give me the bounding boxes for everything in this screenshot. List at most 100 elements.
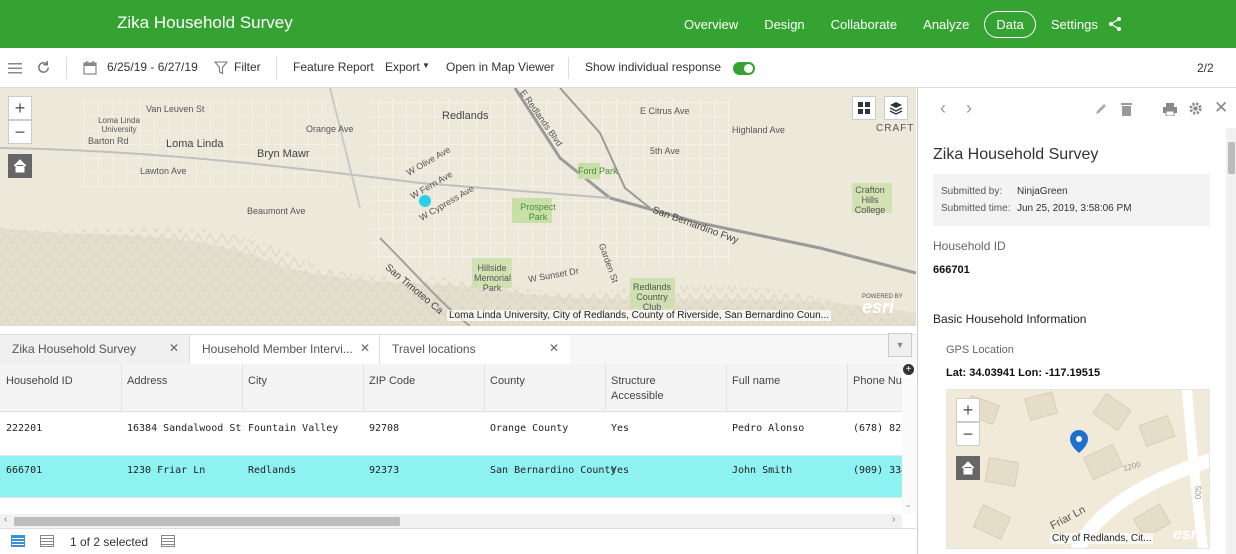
layers-icon — [889, 102, 903, 115]
map-label: Lawton Ave — [140, 166, 187, 176]
column-header[interactable]: County — [490, 374, 525, 389]
response-panel: ‹ › ✕ Zika Household Survey Submitted by… — [917, 88, 1236, 554]
map-label: Hillside Memorial Park — [474, 263, 512, 293]
grid-icon — [858, 102, 870, 114]
map-label: E Citrus Ave — [640, 106, 690, 116]
tab-zika-household-survey[interactable]: Zika Household Survey — [0, 335, 190, 365]
nav-data[interactable]: Data — [984, 10, 1036, 38]
map-label: Van Leuven St — [146, 104, 205, 114]
cell-full-name: John Smith — [732, 465, 793, 476]
column-header[interactable]: Full name — [732, 374, 780, 389]
column-divider[interactable] — [242, 364, 243, 412]
date-range[interactable]: 6/25/19 - 6/27/19 — [107, 60, 198, 74]
tab-list-dropdown[interactable]: ▼ — [888, 333, 912, 357]
add-column-icon[interactable]: + — [903, 364, 914, 375]
cell-city: Redlands — [248, 465, 297, 476]
close-icon[interactable]: ✕ — [360, 341, 370, 355]
table-options-icon[interactable] — [161, 535, 175, 547]
scrollbar-thumb[interactable] — [14, 517, 400, 526]
zoom-out-button[interactable]: − — [8, 120, 32, 144]
scrollbar-thumb[interactable] — [1228, 142, 1235, 174]
map-label: Barton Rd — [88, 136, 129, 146]
cell-accessible: Yes — [611, 423, 630, 434]
column-header[interactable]: Address — [127, 374, 167, 389]
chevron-left-icon[interactable]: ‹ — [940, 98, 946, 119]
basemap-gallery-button[interactable] — [852, 96, 876, 120]
filter-icon[interactable] — [214, 61, 228, 75]
nav-analyze[interactable]: Analyze — [923, 17, 969, 32]
chevron-right-icon[interactable]: › — [966, 98, 972, 119]
column-header[interactable]: Household ID — [6, 374, 73, 389]
nav-design[interactable]: Design — [764, 17, 804, 32]
column-header[interactable]: City — [248, 374, 267, 389]
show-individual-response-label: Show individual response — [585, 60, 722, 74]
meta-label: Submitted by: — [941, 186, 1003, 197]
column-header[interactable]: Structure Accessible — [611, 374, 691, 404]
table-tabs: Zika Household Survey ✕ Household Member… — [0, 334, 916, 365]
table-row[interactable]: 222201 16384 Sandalwood St Fountain Vall… — [0, 414, 902, 456]
column-header[interactable]: Phone Nu — [853, 374, 902, 389]
column-divider[interactable] — [484, 364, 485, 412]
open-in-map-viewer-button[interactable]: Open in Map Viewer — [446, 60, 555, 74]
column-divider[interactable] — [121, 364, 122, 412]
nav-settings[interactable]: Settings — [1051, 17, 1098, 32]
export-button[interactable]: Export — [385, 60, 420, 74]
panel-scrollbar[interactable] — [1226, 128, 1236, 554]
close-icon[interactable]: ✕ — [169, 341, 179, 355]
show-selected-records-icon[interactable] — [40, 535, 54, 547]
mini-map-home-button[interactable] — [956, 456, 980, 480]
calendar-icon[interactable] — [83, 60, 97, 75]
map-view[interactable]: Redlands Loma Linda Bryn Mawr Van Leuven… — [0, 88, 916, 326]
feature-report-button[interactable]: Feature Report — [293, 60, 374, 74]
nav-collaborate[interactable]: Collaborate — [831, 17, 898, 32]
cell-county: Orange County — [490, 423, 569, 434]
layers-button[interactable] — [884, 96, 908, 120]
column-divider[interactable] — [847, 364, 848, 412]
column-divider[interactable] — [363, 364, 364, 412]
chevron-right-icon[interactable]: › — [892, 514, 895, 525]
table-vertical-scrollbar[interactable]: ⌄ — [902, 378, 916, 514]
cell-household-id: 222201 — [6, 423, 43, 434]
section-title: Basic Household Information — [933, 312, 1087, 326]
status-bar: 1 of 2 selected — [0, 528, 916, 554]
home-button[interactable] — [8, 154, 32, 178]
tab-travel-locations[interactable]: Travel locations — [380, 335, 570, 365]
chevron-down-icon[interactable]: ⌄ — [905, 500, 912, 509]
nav-overview[interactable]: Overview — [684, 17, 738, 32]
mini-map-zoom-out-button[interactable]: − — [956, 422, 980, 446]
gps-value: Lat: 34.03941 Lon: -117.19515 — [946, 367, 1101, 379]
close-icon[interactable]: ✕ — [1214, 98, 1228, 118]
home-icon — [13, 159, 27, 173]
esri-logo: esri — [1173, 526, 1202, 543]
household-id-value: 666701 — [933, 264, 970, 276]
close-icon[interactable]: ✕ — [549, 341, 559, 355]
column-divider[interactable] — [726, 364, 727, 412]
cell-full-name: Pedro Alonso — [732, 423, 805, 434]
home-icon — [961, 461, 975, 475]
gps-label: GPS Location — [946, 344, 1014, 356]
mini-map-zoom-in-button[interactable]: + — [956, 398, 980, 422]
chevron-left-icon[interactable]: ‹ — [4, 514, 7, 525]
zoom-in-button[interactable]: + — [8, 96, 32, 120]
column-divider[interactable] — [605, 364, 606, 412]
show-individual-response-toggle[interactable] — [733, 62, 755, 75]
attribute-table: Household ID Address City ZIP Code Count… — [0, 364, 902, 514]
top-nav: Overview Design Collaborate Analyze Data… — [684, 0, 1124, 48]
edit-icon[interactable] — [1094, 102, 1108, 116]
table-horizontal-scrollbar[interactable]: ‹ › — [0, 514, 902, 528]
menu-icon[interactable] — [8, 62, 22, 74]
chevron-down-icon[interactable]: ▼ — [422, 61, 430, 70]
filter-button[interactable]: Filter — [234, 60, 261, 74]
print-icon[interactable] — [1163, 102, 1177, 116]
show-all-records-icon[interactable] — [11, 535, 25, 547]
gps-mini-map[interactable]: 1200 500 Friar Ln + − City of Redlands, … — [946, 389, 1210, 549]
tab-household-member-interview[interactable]: Household Member Intervi... — [190, 335, 380, 365]
tab-label: Zika Household Survey — [12, 342, 137, 356]
table-row[interactable]: 666701 1230 Friar Ln Redlands 92373 San … — [0, 456, 902, 498]
refresh-icon[interactable] — [36, 60, 51, 75]
share-icon[interactable] — [1107, 16, 1123, 32]
delete-icon[interactable] — [1120, 102, 1133, 116]
map-label: Highland Ave — [732, 125, 785, 135]
gear-icon[interactable] — [1188, 101, 1203, 116]
column-header[interactable]: ZIP Code — [369, 374, 415, 389]
